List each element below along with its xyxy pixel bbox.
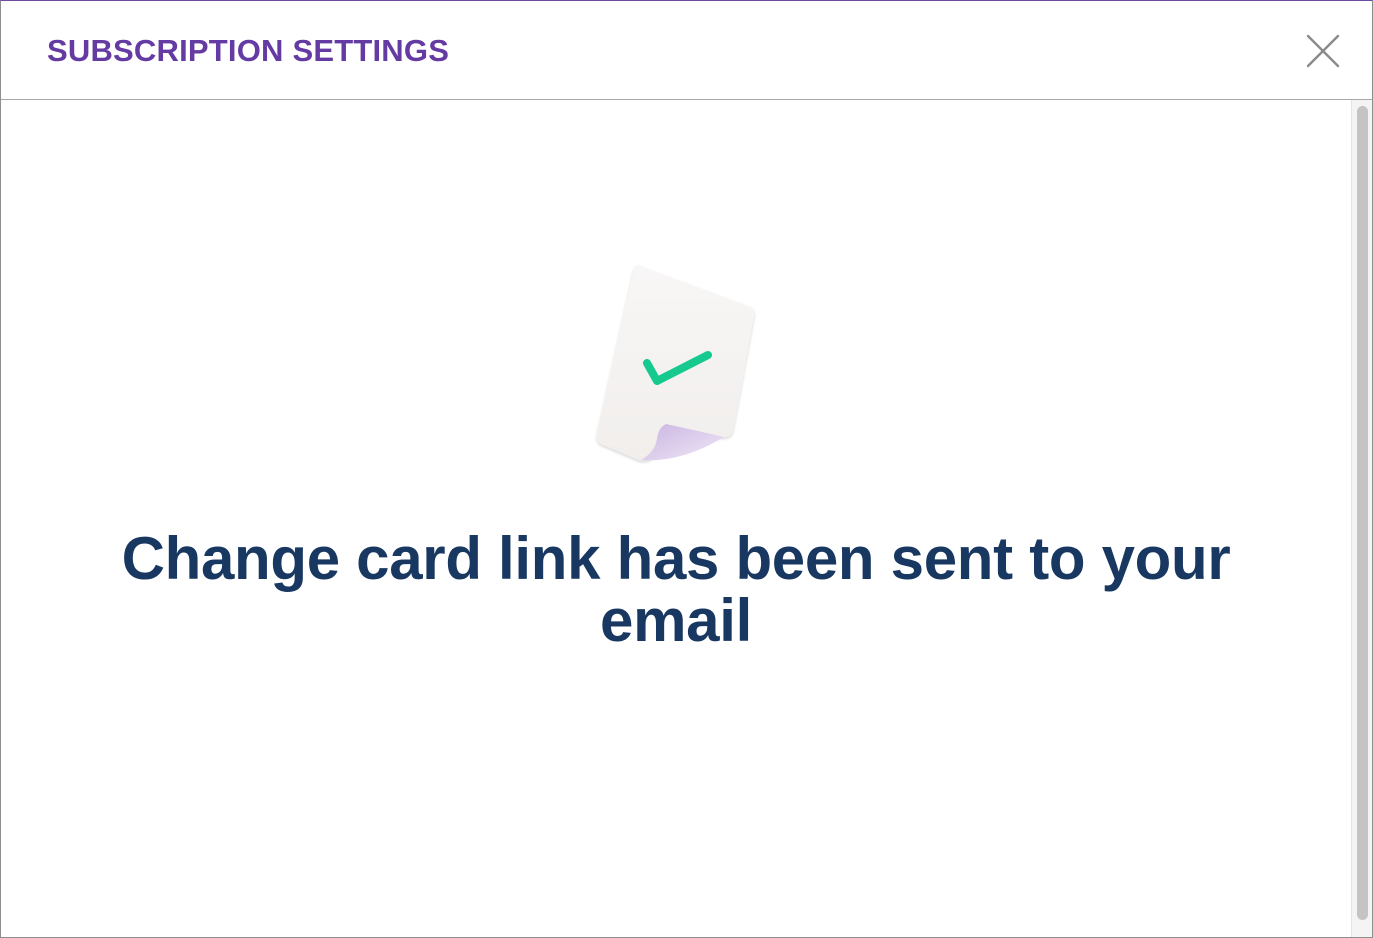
close-button[interactable] [1301,29,1345,73]
close-icon [1306,34,1340,68]
subscription-settings-dialog: SUBSCRIPTION SETTINGS Change card link h… [0,0,1373,938]
confirmation-message: Change card link has been sent to your e… [121,525,1231,654]
scrollbar-thumb[interactable] [1357,106,1368,920]
illustration [586,260,766,470]
dialog-body: Change card link has been sent to your e… [1,100,1351,937]
document-checkmark-icon [596,265,755,461]
dialog-title: SUBSCRIPTION SETTINGS [47,33,450,68]
dialog-header: SUBSCRIPTION SETTINGS [1,1,1372,100]
vertical-scrollbar[interactable] [1351,100,1372,937]
